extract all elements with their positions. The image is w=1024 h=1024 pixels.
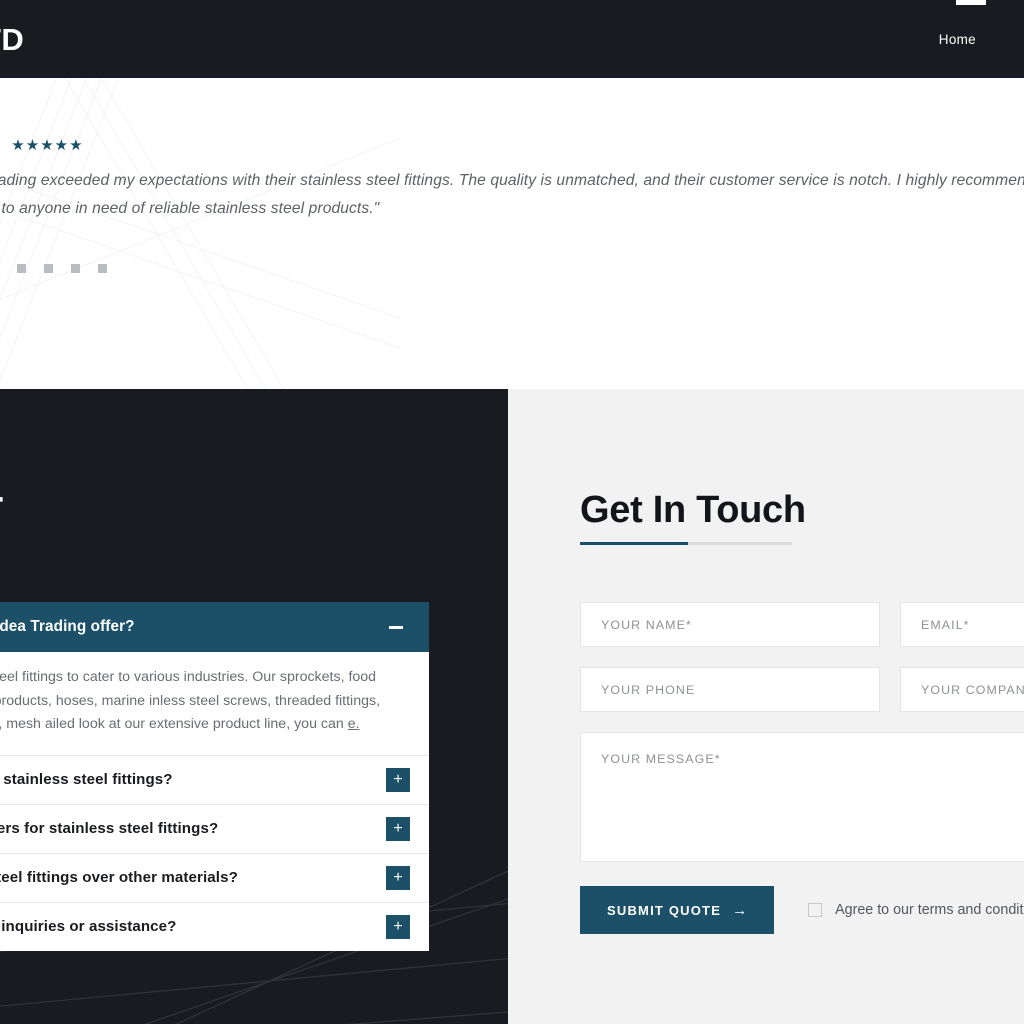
- faq-item[interactable]: ding for inquiries or assistance? +: [0, 901, 429, 951]
- faq-item[interactable]: inless steel fittings over other materia…: [0, 852, 429, 902]
- message-field-placeholder: YOUR MESSAGE*: [601, 752, 721, 766]
- faq-item[interactable]: tom orders for stainless steel fittings?…: [0, 803, 429, 853]
- quote-form: YOUR NAME* EMAIL* YOUR PHONE YOUR COMPAN…: [580, 602, 1024, 934]
- faq-section: r does Sydea Trading offer? ainless stee…: [0, 389, 508, 1024]
- carousel-dots[interactable]: [17, 264, 107, 273]
- nav-item-home[interactable]: Home: [929, 26, 986, 53]
- page-root: TD Home T. ★★★★★ ea Trading exceeded my …: [0, 0, 1024, 1024]
- scrollbar-thumb[interactable]: [956, 0, 986, 5]
- contact-section: Get In Touch YOUR NAME* EMAIL* YOUR PHON…: [508, 389, 1024, 1024]
- faq-answer-panel: ainless steel fittings to cater to vario…: [0, 652, 429, 755]
- plus-icon[interactable]: +: [386, 914, 410, 939]
- testimonial-quote: ea Trading exceeded my expectations with…: [0, 172, 1024, 217]
- carousel-dot[interactable]: [17, 264, 26, 273]
- name-field[interactable]: YOUR NAME*: [580, 602, 880, 647]
- phone-field-placeholder: YOUR PHONE: [601, 682, 696, 697]
- faq-question: rading's stainless steel fittings?: [0, 771, 173, 788]
- company-field-placeholder: YOUR COMPANY: [921, 682, 1024, 697]
- plus-icon[interactable]: +: [386, 816, 410, 841]
- decorative-line-pattern: [0, 78, 400, 389]
- terms-agreement[interactable]: Agree to our terms and conditions: [808, 902, 1024, 918]
- submit-quote-button[interactable]: SUBMIT QUOTE →: [580, 886, 775, 934]
- name-field-placeholder: YOUR NAME*: [601, 617, 692, 632]
- carousel-dot[interactable]: [44, 264, 53, 273]
- site-header: TD Home: [0, 0, 1024, 78]
- terms-label: Agree to our terms and conditions: [835, 902, 1024, 918]
- minus-icon[interactable]: [389, 625, 403, 629]
- lower-section: r does Sydea Trading offer? ainless stee…: [0, 389, 1024, 1024]
- faq-question: inless steel fittings over other materia…: [0, 869, 238, 886]
- plus-icon[interactable]: +: [386, 767, 410, 792]
- star-rating-icon: ★★★★★: [11, 136, 84, 154]
- form-actions: SUBMIT QUOTE → Agree to our terms and co…: [580, 886, 1024, 934]
- testimonial-section: T. ★★★★★ ea Trading exceeded my expectat…: [0, 78, 1024, 389]
- testimonial-header: T. ★★★★★: [0, 137, 84, 153]
- faq-answer-link[interactable]: e.: [348, 716, 360, 732]
- phone-field[interactable]: YOUR PHONE: [580, 667, 880, 712]
- email-field[interactable]: EMAIL*: [900, 602, 1024, 647]
- faq-section-title: r: [0, 486, 3, 525]
- terms-checkbox[interactable]: [808, 903, 823, 917]
- faq-question: tom orders for stainless steel fittings?: [0, 820, 219, 837]
- form-row: YOUR PHONE YOUR COMPANY: [580, 667, 1024, 712]
- faq-answer-text: ainless steel fittings to cater to vario…: [0, 669, 381, 732]
- arrow-right-icon: →: [732, 901, 748, 919]
- main-nav: Home: [929, 26, 986, 53]
- plus-icon[interactable]: +: [386, 865, 410, 890]
- carousel-dot[interactable]: [71, 264, 80, 273]
- faq-item[interactable]: rading's stainless steel fittings? +: [0, 754, 429, 804]
- form-row: YOUR NAME* EMAIL*: [580, 602, 1024, 647]
- faq-question: does Sydea Trading offer?: [0, 618, 135, 635]
- message-field[interactable]: YOUR MESSAGE*: [580, 732, 1024, 862]
- title-underline: [580, 542, 792, 545]
- carousel-dot[interactable]: [98, 264, 107, 273]
- faq-question: ding for inquiries or assistance?: [0, 918, 177, 935]
- company-field[interactable]: YOUR COMPANY: [900, 667, 1024, 712]
- submit-quote-label: SUBMIT QUOTE: [607, 902, 722, 918]
- email-field-placeholder: EMAIL*: [921, 617, 970, 632]
- site-logo[interactable]: TD: [0, 24, 24, 55]
- faq-item-open-header[interactable]: does Sydea Trading offer?: [0, 602, 429, 652]
- faq-accordion: does Sydea Trading offer? ainless steel …: [0, 602, 429, 951]
- contact-title: Get In Touch: [580, 489, 806, 531]
- title-underline-accent: [580, 542, 688, 545]
